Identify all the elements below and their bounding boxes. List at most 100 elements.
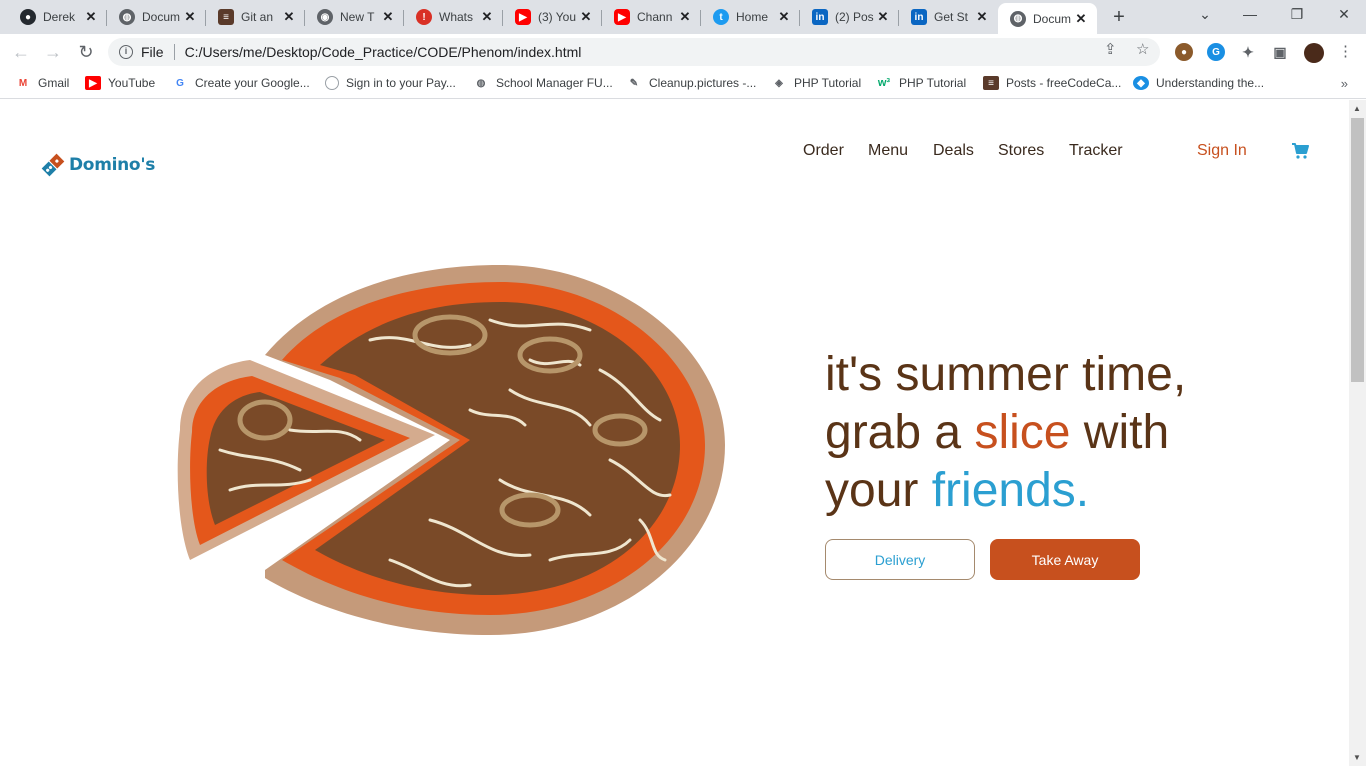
bookmark-cleanup[interactable]: ✎ Cleanup.pictures -... — [626, 76, 757, 90]
extensions-puzzle-icon[interactable]: ✦ — [1239, 43, 1257, 61]
tab-home[interactable]: t Home ✕ — [701, 3, 800, 31]
bookmark-freecodecamp[interactable]: ≡ Posts - freeCodeCa... — [983, 76, 1121, 90]
bookmark-label: Posts - freeCodeCa... — [1006, 76, 1122, 90]
tab-label: Whats — [439, 10, 474, 24]
youtube-icon: ▶ — [85, 76, 101, 90]
tab-whats[interactable]: ! Whats ✕ — [404, 3, 503, 31]
scroll-up-icon[interactable]: ▲ — [1353, 104, 1361, 113]
hero-accent-friends: friends. — [931, 464, 1090, 517]
tab-label: Home — [736, 10, 769, 24]
close-window-icon[interactable]: ✕ — [1334, 6, 1354, 23]
bookmark-gmail[interactable]: M Gmail — [15, 76, 70, 90]
shield-icon: ◆ — [1133, 76, 1149, 90]
hero-headline: it's summer time, grab a slice with your… — [825, 346, 1186, 520]
close-icon[interactable]: ✕ — [1073, 11, 1089, 27]
hero-line-3-pre: your — [825, 464, 932, 517]
tab-label: Docum — [1033, 11, 1072, 26]
close-icon[interactable]: ✕ — [578, 9, 594, 25]
bookmark-label: PHP Tutorial — [899, 76, 967, 90]
tab-label: Git an — [241, 10, 274, 24]
fcc-icon: ≡ — [983, 76, 999, 90]
page-scrollbar[interactable]: ▲ ▼ — [1349, 100, 1366, 766]
tab-git[interactable]: ≡ Git an ✕ — [206, 3, 305, 31]
bookmark-php-tutorial-2[interactable]: w³ PHP Tutorial — [876, 76, 966, 90]
tab-getstarted[interactable]: in Get St ✕ — [899, 3, 998, 31]
hero-accent-slice: slice — [974, 406, 1071, 459]
menu-kebab-icon[interactable]: ⋮ — [1338, 42, 1353, 60]
close-icon[interactable]: ✕ — [83, 9, 99, 25]
tab-docum-active[interactable]: ◍ Docum ✕ — [998, 3, 1097, 34]
tab-label: Chann — [637, 10, 673, 24]
profile-avatar[interactable] — [1304, 43, 1324, 63]
forward-icon[interactable]: → — [42, 41, 64, 63]
close-icon[interactable]: ✕ — [281, 9, 297, 25]
close-icon[interactable]: ✕ — [677, 9, 693, 25]
scroll-down-icon[interactable]: ▼ — [1353, 753, 1361, 762]
github-icon: ● — [20, 9, 36, 25]
bookmark-understanding[interactable]: ◆ Understanding the... — [1133, 76, 1264, 90]
nav-order[interactable]: Order — [803, 142, 844, 160]
bookmark-label: YouTube — [108, 76, 156, 90]
nav-tracker[interactable]: Tracker — [1069, 142, 1123, 160]
info-icon[interactable]: i — [119, 45, 133, 59]
globe-icon: ◍ — [476, 77, 486, 89]
back-icon[interactable]: ← — [10, 41, 32, 63]
reload-icon[interactable]: ↻ — [75, 41, 97, 63]
tab-posts[interactable]: in (2) Pos ✕ — [800, 3, 899, 31]
bookmark-star-icon[interactable]: ☆ — [1136, 40, 1149, 58]
tab-channel[interactable]: ▶ Chann ✕ — [602, 3, 701, 31]
hero-line-3: your friends. — [825, 462, 1186, 520]
take-away-button[interactable]: Take Away — [990, 539, 1140, 580]
bookmark-school-manager[interactable]: ◍ School Manager FU... — [473, 76, 613, 90]
restore-icon[interactable]: ❐ — [1287, 6, 1307, 23]
linkedin-icon: in — [812, 9, 828, 25]
side-panel-icon[interactable]: ▣ — [1271, 43, 1289, 61]
sign-in-link[interactable]: Sign In — [1197, 142, 1247, 160]
pizza-image — [170, 260, 730, 645]
delivery-button[interactable]: Delivery — [825, 539, 975, 580]
hero-line-2: grab a slice with — [825, 404, 1186, 462]
more-bookmarks-icon[interactable]: » — [1341, 76, 1348, 91]
address-url[interactable]: C:/Users/me/Desktop/Code_Practice/CODE/P… — [185, 44, 1160, 60]
globe-icon: ◍ — [1010, 10, 1026, 27]
hero-line-2-post: with — [1070, 406, 1170, 459]
bookmark-label: Gmail — [38, 76, 70, 90]
youtube-icon: ▶ — [515, 9, 531, 25]
nav-menu[interactable]: Menu — [868, 142, 908, 160]
cart-icon[interactable] — [1291, 142, 1309, 165]
close-icon[interactable]: ✕ — [479, 9, 495, 25]
w3-icon: w³ — [877, 77, 891, 89]
close-icon[interactable]: ✕ — [974, 9, 990, 25]
hero-line-2-pre: grab a — [825, 406, 975, 459]
close-icon[interactable]: ✕ — [776, 9, 792, 25]
google-icon: G — [176, 77, 184, 89]
twitter-icon: t — [713, 9, 729, 25]
nav-stores[interactable]: Stores — [998, 142, 1044, 160]
cookie-extension-icon[interactable]: ● — [1175, 43, 1193, 61]
nav-deals[interactable]: Deals — [933, 142, 974, 160]
domino-logo-icon — [40, 152, 66, 178]
close-icon[interactable]: ✕ — [182, 9, 198, 25]
address-scheme: File — [141, 44, 164, 60]
tab-new[interactable]: ◉ New T ✕ — [305, 3, 404, 31]
address-bar[interactable]: i File C:/Users/me/Desktop/Code_Practice… — [108, 38, 1160, 66]
tab-youtube[interactable]: ▶ (3) You ✕ — [503, 3, 602, 31]
grammarly-extension-icon[interactable]: G — [1207, 43, 1225, 61]
tab-derek[interactable]: ● Derek ✕ — [8, 3, 107, 31]
minimize-icon[interactable]: — — [1240, 6, 1260, 22]
tab-search-icon[interactable]: ⌄ — [1195, 6, 1215, 23]
bookmark-youtube[interactable]: ▶ YouTube — [85, 76, 155, 90]
bookmark-create-google[interactable]: G Create your Google... — [172, 76, 310, 90]
bookmark-sign-in-pay[interactable]: Sign in to your Pay... — [325, 76, 456, 90]
bookmark-label: School Manager FU... — [496, 76, 613, 90]
scrollbar-thumb[interactable] — [1351, 118, 1364, 382]
bookmark-php-tutorial-1[interactable]: ◈ PHP Tutorial — [771, 76, 861, 90]
new-tab-button[interactable]: + — [1106, 6, 1132, 28]
share-icon[interactable]: ⇪ — [1104, 40, 1117, 58]
bookmark-label: Cleanup.pictures -... — [649, 76, 757, 90]
dominos-logo[interactable]: Domino's — [40, 152, 155, 178]
close-icon[interactable]: ✕ — [875, 9, 891, 25]
close-icon[interactable]: ✕ — [380, 9, 396, 25]
tab-strip: ● Derek ✕ ◍ Docum ✕ ≡ Git an ✕ ◉ New T ✕… — [0, 0, 1366, 34]
tab-docum-1[interactable]: ◍ Docum ✕ — [107, 3, 206, 31]
